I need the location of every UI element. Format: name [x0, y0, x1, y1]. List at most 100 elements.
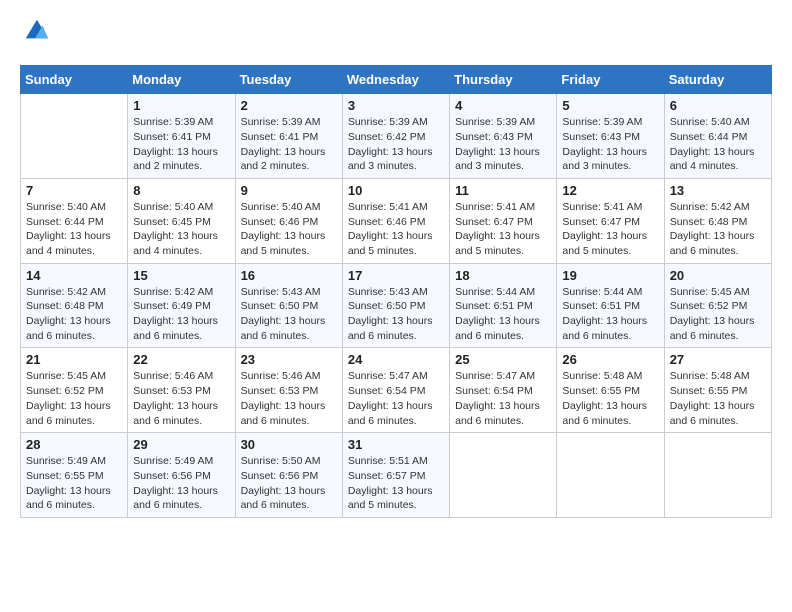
day-info: Sunrise: 5:46 AM Sunset: 6:53 PM Dayligh… — [133, 369, 229, 428]
calendar-week: 21 Sunrise: 5:45 AM Sunset: 6:52 PM Dayli… — [21, 348, 772, 433]
weekday-header: Wednesday — [342, 66, 449, 94]
calendar-header: SundayMondayTuesdayWednesdayThursdayFrid… — [21, 66, 772, 94]
calendar-cell: 18 Sunrise: 5:44 AM Sunset: 6:51 PM Dayli… — [450, 263, 557, 348]
day-info: Sunrise: 5:49 AM Sunset: 6:55 PM Dayligh… — [26, 454, 122, 513]
day-number: 6 — [670, 98, 766, 113]
page-header — [20, 20, 772, 49]
calendar-cell: 22 Sunrise: 5:46 AM Sunset: 6:53 PM Dayli… — [128, 348, 235, 433]
day-number: 10 — [348, 183, 444, 198]
calendar-cell: 5Sunrise: 5:39 AM Sunset: 6:43 PM Daylig… — [557, 94, 664, 179]
day-number: 30 — [241, 437, 337, 452]
day-info: Sunrise: 5:42 AM Sunset: 6:48 PM Dayligh… — [26, 285, 122, 344]
day-number: 28 — [26, 437, 122, 452]
calendar-cell: 2 Sunrise: 5:39 AM Sunset: 6:41 PM Daylig… — [235, 94, 342, 179]
day-info: Sunrise: 5:40 AM Sunset: 6:45 PM Dayligh… — [133, 200, 229, 259]
day-info: Sunrise: 5:51 AM Sunset: 6:57 PM Dayligh… — [348, 454, 444, 513]
weekday-header: Friday — [557, 66, 664, 94]
day-info: Sunrise: 5:41 AM Sunset: 6:46 PM Dayligh… — [348, 200, 444, 259]
weekday-header: Thursday — [450, 66, 557, 94]
day-number: 16 — [241, 268, 337, 283]
day-number: 27 — [670, 352, 766, 367]
day-number: 20 — [670, 268, 766, 283]
day-number: 19 — [562, 268, 658, 283]
calendar-body: 1 Sunrise: 5:39 AM Sunset: 6:41 PM Daylig… — [21, 94, 772, 518]
calendar-cell: 20 Sunrise: 5:45 AM Sunset: 6:52 PM Dayli… — [664, 263, 771, 348]
calendar-cell: 10 Sunrise: 5:41 AM Sunset: 6:46 PM Dayli… — [342, 178, 449, 263]
calendar-cell: 21 Sunrise: 5:45 AM Sunset: 6:52 PM Dayli… — [21, 348, 128, 433]
day-number: 13 — [670, 183, 766, 198]
calendar-cell: 3 Sunrise: 5:39 AM Sunset: 6:42 PM Daylig… — [342, 94, 449, 179]
day-info: Sunrise: 5:39 AM Sunset: 6:43 PM Dayligh… — [455, 115, 551, 174]
weekday-header: Tuesday — [235, 66, 342, 94]
calendar-cell: 16 Sunrise: 5:43 AM Sunset: 6:50 PM Dayli… — [235, 263, 342, 348]
logo — [20, 20, 50, 49]
calendar-cell: 15Sunrise: 5:42 AM Sunset: 6:49 PM Dayli… — [128, 263, 235, 348]
calendar-cell: 7 Sunrise: 5:40 AM Sunset: 6:44 PM Daylig… — [21, 178, 128, 263]
day-info: Sunrise: 5:44 AM Sunset: 6:51 PM Dayligh… — [562, 285, 658, 344]
day-number: 24 — [348, 352, 444, 367]
day-info: Sunrise: 5:39 AM Sunset: 6:41 PM Dayligh… — [241, 115, 337, 174]
day-info: Sunrise: 5:40 AM Sunset: 6:46 PM Dayligh… — [241, 200, 337, 259]
day-info: Sunrise: 5:45 AM Sunset: 6:52 PM Dayligh… — [26, 369, 122, 428]
day-number: 2 — [241, 98, 337, 113]
calendar-cell: 23 Sunrise: 5:46 AM Sunset: 6:53 PM Dayli… — [235, 348, 342, 433]
day-info: Sunrise: 5:39 AM Sunset: 6:41 PM Dayligh… — [133, 115, 229, 174]
weekday-header: Monday — [128, 66, 235, 94]
day-info: Sunrise: 5:39 AM Sunset: 6:43 PM Dayligh… — [562, 115, 658, 174]
day-number: 17 — [348, 268, 444, 283]
day-info: Sunrise: 5:43 AM Sunset: 6:50 PM Dayligh… — [348, 285, 444, 344]
day-number: 3 — [348, 98, 444, 113]
day-number: 31 — [348, 437, 444, 452]
calendar-cell: 29 Sunrise: 5:49 AM Sunset: 6:56 PM Dayli… — [128, 433, 235, 518]
day-info: Sunrise: 5:47 AM Sunset: 6:54 PM Dayligh… — [348, 369, 444, 428]
logo-icon — [22, 16, 50, 44]
day-number: 26 — [562, 352, 658, 367]
calendar-cell — [21, 94, 128, 179]
day-info: Sunrise: 5:41 AM Sunset: 6:47 PM Dayligh… — [455, 200, 551, 259]
day-number: 15 — [133, 268, 229, 283]
calendar-cell: 19 Sunrise: 5:44 AM Sunset: 6:51 PM Dayli… — [557, 263, 664, 348]
day-info: Sunrise: 5:49 AM Sunset: 6:56 PM Dayligh… — [133, 454, 229, 513]
day-number: 1 — [133, 98, 229, 113]
day-info: Sunrise: 5:47 AM Sunset: 6:54 PM Dayligh… — [455, 369, 551, 428]
day-number: 18 — [455, 268, 551, 283]
calendar-week: 14Sunrise: 5:42 AM Sunset: 6:48 PM Dayli… — [21, 263, 772, 348]
calendar-cell: 13Sunrise: 5:42 AM Sunset: 6:48 PM Dayli… — [664, 178, 771, 263]
calendar-week: 28 Sunrise: 5:49 AM Sunset: 6:55 PM Dayli… — [21, 433, 772, 518]
calendar-cell: 12Sunrise: 5:41 AM Sunset: 6:47 PM Dayli… — [557, 178, 664, 263]
day-info: Sunrise: 5:46 AM Sunset: 6:53 PM Dayligh… — [241, 369, 337, 428]
calendar-cell — [664, 433, 771, 518]
day-number: 4 — [455, 98, 551, 113]
day-number: 25 — [455, 352, 551, 367]
calendar-cell: 25 Sunrise: 5:47 AM Sunset: 6:54 PM Dayli… — [450, 348, 557, 433]
day-number: 22 — [133, 352, 229, 367]
day-info: Sunrise: 5:48 AM Sunset: 6:55 PM Dayligh… — [562, 369, 658, 428]
calendar-cell: 27 Sunrise: 5:48 AM Sunset: 6:55 PM Dayli… — [664, 348, 771, 433]
calendar-cell — [557, 433, 664, 518]
day-number: 7 — [26, 183, 122, 198]
day-info: Sunrise: 5:43 AM Sunset: 6:50 PM Dayligh… — [241, 285, 337, 344]
weekday-header: Sunday — [21, 66, 128, 94]
weekday-header: Saturday — [664, 66, 771, 94]
calendar-table: SundayMondayTuesdayWednesdayThursdayFrid… — [20, 65, 772, 518]
day-info: Sunrise: 5:40 AM Sunset: 6:44 PM Dayligh… — [26, 200, 122, 259]
calendar-cell: 8Sunrise: 5:40 AM Sunset: 6:45 PM Daylig… — [128, 178, 235, 263]
day-info: Sunrise: 5:44 AM Sunset: 6:51 PM Dayligh… — [455, 285, 551, 344]
day-info: Sunrise: 5:48 AM Sunset: 6:55 PM Dayligh… — [670, 369, 766, 428]
calendar-cell: 30 Sunrise: 5:50 AM Sunset: 6:56 PM Dayli… — [235, 433, 342, 518]
calendar-cell: 9Sunrise: 5:40 AM Sunset: 6:46 PM Daylig… — [235, 178, 342, 263]
calendar-cell: 28 Sunrise: 5:49 AM Sunset: 6:55 PM Dayli… — [21, 433, 128, 518]
day-info: Sunrise: 5:50 AM Sunset: 6:56 PM Dayligh… — [241, 454, 337, 513]
day-number: 29 — [133, 437, 229, 452]
calendar-cell: 6Sunrise: 5:40 AM Sunset: 6:44 PM Daylig… — [664, 94, 771, 179]
day-number: 23 — [241, 352, 337, 367]
calendar-cell: 26 Sunrise: 5:48 AM Sunset: 6:55 PM Dayli… — [557, 348, 664, 433]
day-info: Sunrise: 5:39 AM Sunset: 6:42 PM Dayligh… — [348, 115, 444, 174]
day-info: Sunrise: 5:45 AM Sunset: 6:52 PM Dayligh… — [670, 285, 766, 344]
calendar-week: 1 Sunrise: 5:39 AM Sunset: 6:41 PM Daylig… — [21, 94, 772, 179]
calendar-cell: 24 Sunrise: 5:47 AM Sunset: 6:54 PM Dayli… — [342, 348, 449, 433]
calendar-cell: 11Sunrise: 5:41 AM Sunset: 6:47 PM Dayli… — [450, 178, 557, 263]
calendar-cell: 14Sunrise: 5:42 AM Sunset: 6:48 PM Dayli… — [21, 263, 128, 348]
day-number: 21 — [26, 352, 122, 367]
calendar-cell — [450, 433, 557, 518]
